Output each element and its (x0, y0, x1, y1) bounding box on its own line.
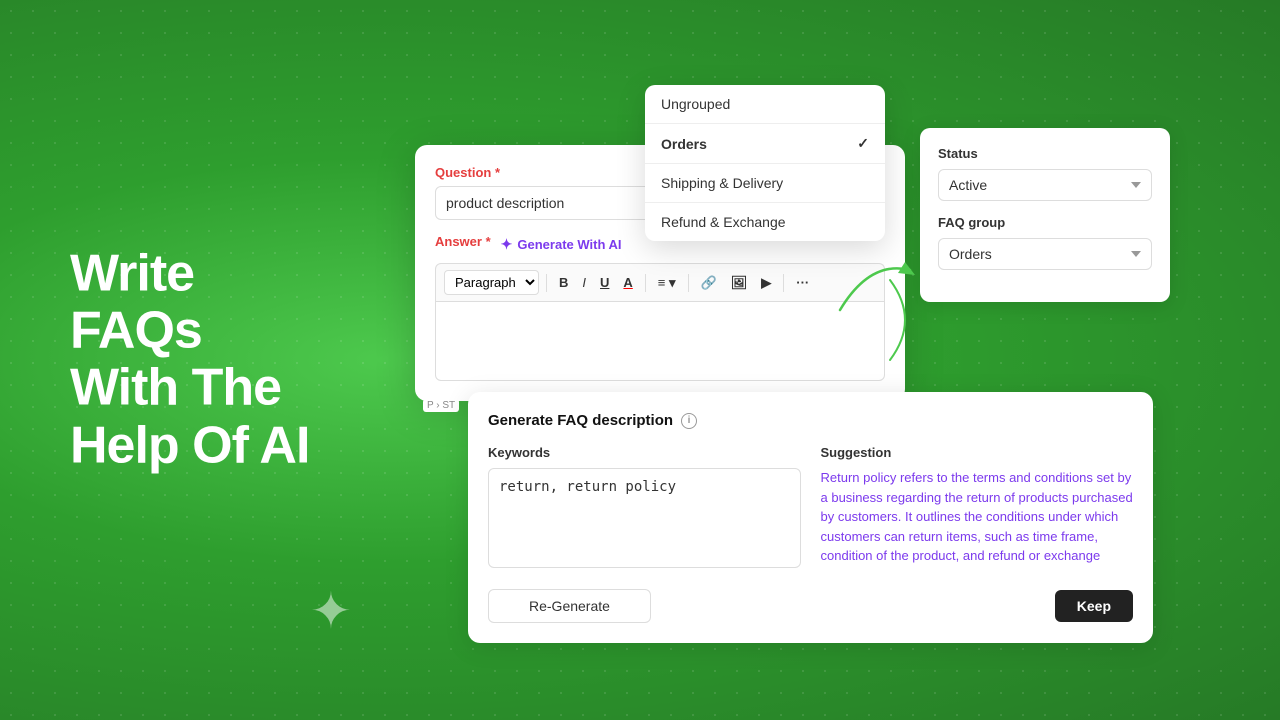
green-arrow-decoration (830, 240, 930, 320)
dropdown-item-shipping[interactable]: Shipping & Delivery (645, 164, 885, 202)
p-st-breadcrumb: P › ST (423, 399, 459, 412)
dropdown-item-orders[interactable]: Orders ✓ (645, 124, 885, 163)
paragraph-select[interactable]: Paragraph Heading 1 Heading 2 (444, 270, 539, 295)
hero-line1: Write (70, 246, 309, 303)
more-button[interactable]: ··· (791, 272, 814, 293)
status-panel: Status Active Inactive Draft FAQ group O… (920, 128, 1170, 302)
suggestion-label: Suggestion (821, 445, 1134, 460)
video-button[interactable]: ▶ (756, 272, 776, 294)
faq-group-dropdown: Ungrouped Orders ✓ Shipping & Delivery R… (645, 85, 885, 241)
hero-line2: FAQs (70, 303, 309, 360)
toolbar-separator-3 (688, 274, 689, 292)
answer-label: Answer * (435, 234, 491, 249)
keywords-section: Keywords return, return policy (488, 445, 801, 573)
link-button[interactable]: 🔗 (696, 272, 722, 294)
editor-toolbar: Paragraph Heading 1 Heading 2 B I U A ≡ … (435, 263, 885, 301)
bold-button[interactable]: B (554, 272, 573, 293)
toolbar-separator-2 (645, 274, 646, 292)
toolbar-separator-1 (546, 274, 547, 292)
align-button[interactable]: ≡ ▾ (653, 272, 681, 294)
generate-with-ai-button[interactable]: ✦ Generate With AI (501, 236, 622, 253)
hero-line4: Help Of AI (70, 417, 309, 474)
info-icon[interactable]: i (681, 413, 697, 429)
faq-group-select[interactable]: Orders Ungrouped Shipping & Delivery Ref… (938, 238, 1152, 270)
italic-button[interactable]: I (577, 272, 591, 293)
keep-button[interactable]: Keep (1055, 590, 1133, 622)
suggestion-section: Suggestion Return policy refers to the t… (821, 445, 1134, 573)
generate-faq-panel: Generate FAQ description i Keywords retu… (468, 392, 1153, 643)
keywords-textarea[interactable]: return, return policy (488, 468, 801, 568)
faq-panel-title: Generate FAQ description i (488, 412, 1133, 429)
ai-sparkle-icon: ✦ (501, 236, 513, 253)
keywords-label: Keywords (488, 445, 801, 460)
image-button[interactable]: 🖼 (726, 272, 753, 294)
dropdown-item-ungrouped[interactable]: Ungrouped (645, 85, 885, 123)
hero-line3: With The (70, 360, 309, 417)
dropdown-item-refund[interactable]: Refund & Exchange (645, 203, 885, 241)
status-select[interactable]: Active Inactive Draft (938, 169, 1152, 201)
faq-panel-footer: Re-Generate Keep (488, 589, 1133, 623)
underline-button[interactable]: U (595, 272, 614, 293)
toolbar-separator-4 (783, 274, 784, 292)
suggestion-text: Return policy refers to the terms and co… (821, 468, 1134, 568)
regenerate-button[interactable]: Re-Generate (488, 589, 651, 623)
faq-group-field-label: FAQ group (938, 215, 1152, 230)
text-color-button[interactable]: A (618, 272, 637, 293)
check-icon: ✓ (857, 135, 869, 152)
hero-text: Write FAQs With The Help Of AI (70, 246, 309, 475)
faq-content-area: Keywords return, return policy Suggestio… (488, 445, 1133, 573)
star-decoration: ✦ (310, 582, 352, 640)
status-field-label: Status (938, 146, 1152, 161)
editor-content-area[interactable] (435, 301, 885, 381)
